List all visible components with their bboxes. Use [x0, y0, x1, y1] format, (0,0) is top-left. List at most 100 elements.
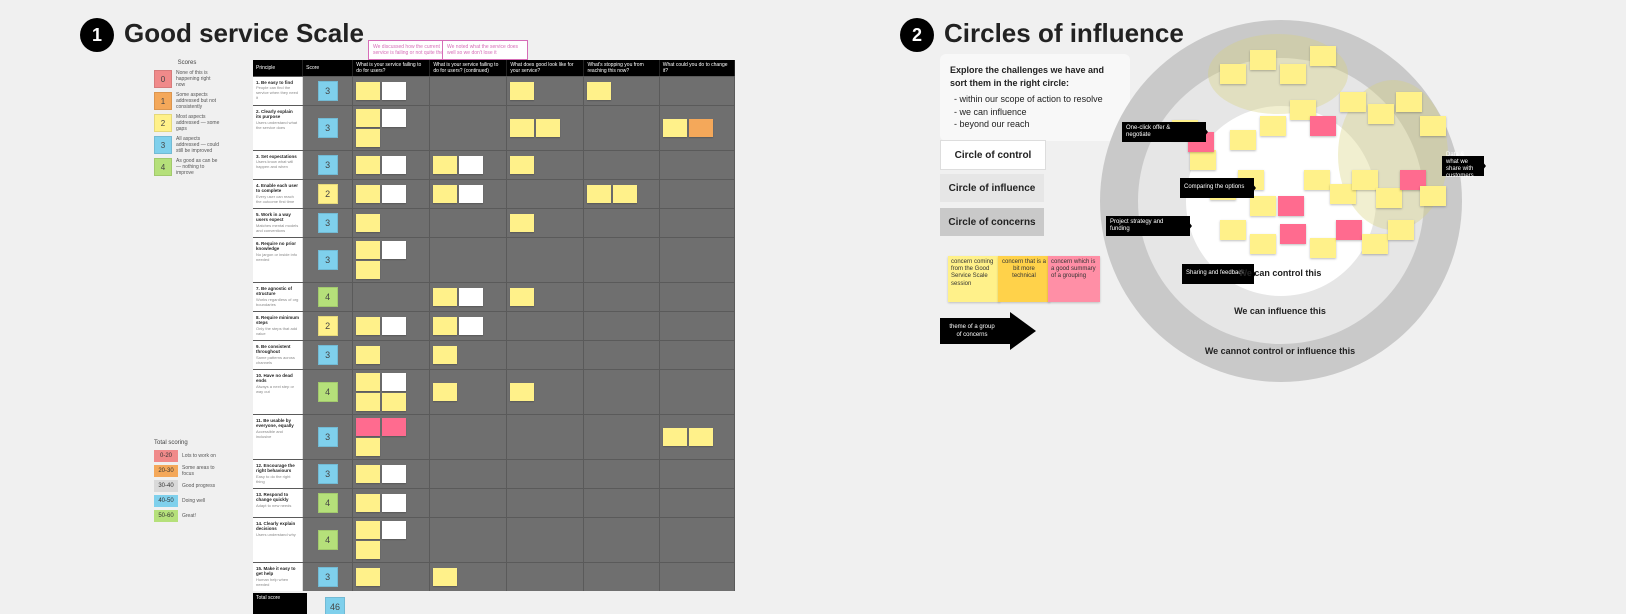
- sticky-cell[interactable]: [353, 283, 430, 311]
- sticky-note[interactable]: [356, 438, 380, 456]
- sticky-cell[interactable]: [507, 518, 584, 562]
- sticky-cell[interactable]: [584, 77, 659, 105]
- sticky-cell[interactable]: [353, 180, 430, 208]
- sticky-note[interactable]: [433, 288, 457, 306]
- sticky-cell[interactable]: [353, 518, 430, 562]
- sticky-cell[interactable]: [353, 312, 430, 340]
- circle-sticky[interactable]: [1190, 150, 1216, 170]
- sticky-note[interactable]: [382, 373, 406, 391]
- sticky-note[interactable]: [356, 393, 380, 411]
- theme-tag[interactable]: One-click offer & negotiate: [1122, 122, 1206, 142]
- score-cell[interactable]: 3: [303, 460, 353, 488]
- sticky-cell[interactable]: [507, 209, 584, 237]
- sticky-cell[interactable]: [660, 106, 735, 150]
- sticky-cell[interactable]: [430, 312, 507, 340]
- sticky-cell[interactable]: [353, 489, 430, 517]
- sticky-note[interactable]: [663, 119, 687, 137]
- sticky-cell[interactable]: [660, 460, 735, 488]
- sticky-cell[interactable]: [584, 370, 659, 414]
- sticky-cell[interactable]: [430, 460, 507, 488]
- sticky-cell[interactable]: [353, 415, 430, 459]
- sticky-cell[interactable]: [584, 518, 659, 562]
- circle-sticky[interactable]: [1340, 92, 1366, 112]
- sticky-cell[interactable]: [507, 312, 584, 340]
- circle-sticky[interactable]: [1250, 196, 1276, 216]
- sticky-cell[interactable]: [660, 312, 735, 340]
- sticky-cell[interactable]: [584, 238, 659, 282]
- sticky-cell[interactable]: [584, 106, 659, 150]
- score-chip[interactable]: 4: [318, 287, 338, 307]
- sticky-note[interactable]: [510, 119, 534, 137]
- sticky-note[interactable]: [689, 119, 713, 137]
- circle-sticky[interactable]: [1420, 116, 1446, 136]
- sticky-cell[interactable]: [507, 341, 584, 369]
- score-chip[interactable]: 4: [318, 382, 338, 402]
- sticky-note[interactable]: [433, 185, 457, 203]
- score-cell[interactable]: 3: [303, 563, 353, 591]
- sticky-note[interactable]: [510, 288, 534, 306]
- score-cell[interactable]: 3: [303, 341, 353, 369]
- circle-sticky[interactable]: [1278, 196, 1304, 216]
- sticky-cell[interactable]: [430, 341, 507, 369]
- sticky-note[interactable]: [356, 109, 380, 127]
- sticky-cell[interactable]: [507, 180, 584, 208]
- sticky-note[interactable]: [382, 241, 406, 259]
- sticky-cell[interactable]: [353, 341, 430, 369]
- sticky-cell[interactable]: [430, 106, 507, 150]
- sticky-note[interactable]: [356, 521, 380, 539]
- score-chip[interactable]: 3: [318, 567, 338, 587]
- sticky-note[interactable]: [382, 393, 406, 411]
- sticky-note[interactable]: [587, 185, 611, 203]
- circle-sticky[interactable]: [1280, 224, 1306, 244]
- sticky-note[interactable]: [433, 568, 457, 586]
- sticky-cell[interactable]: [430, 518, 507, 562]
- sticky-note[interactable]: [459, 317, 483, 335]
- sticky-cell[interactable]: [660, 238, 735, 282]
- sticky-cell[interactable]: [660, 151, 735, 179]
- circle-sticky[interactable]: [1310, 46, 1336, 66]
- note-key-yellow[interactable]: concern coming from the Good Service Sca…: [948, 256, 1000, 302]
- theme-tag[interactable]: Data & what we share with customers: [1442, 156, 1484, 176]
- sticky-note[interactable]: [587, 82, 611, 100]
- sticky-cell[interactable]: [507, 460, 584, 488]
- sticky-note[interactable]: [433, 156, 457, 174]
- score-cell[interactable]: 3: [303, 209, 353, 237]
- sticky-note[interactable]: [510, 383, 534, 401]
- sticky-note[interactable]: [382, 156, 406, 174]
- circle-sticky[interactable]: [1220, 64, 1246, 84]
- sticky-note[interactable]: [356, 346, 380, 364]
- sticky-note[interactable]: [382, 418, 406, 436]
- sticky-cell[interactable]: [660, 283, 735, 311]
- sticky-note[interactable]: [382, 494, 406, 512]
- score-cell[interactable]: 4: [303, 283, 353, 311]
- sticky-note[interactable]: [433, 383, 457, 401]
- sticky-cell[interactable]: [584, 341, 659, 369]
- sticky-note[interactable]: [356, 241, 380, 259]
- sticky-note[interactable]: [663, 428, 687, 446]
- sticky-cell[interactable]: [660, 415, 735, 459]
- circle-of-concerns-button[interactable]: Circle of concerns: [940, 208, 1044, 236]
- score-chip[interactable]: 3: [318, 345, 338, 365]
- sticky-note[interactable]: [356, 185, 380, 203]
- score-chip[interactable]: 2: [318, 316, 338, 336]
- sticky-cell[interactable]: [584, 460, 659, 488]
- sticky-cell[interactable]: [660, 209, 735, 237]
- circle-sticky[interactable]: [1362, 234, 1388, 254]
- sticky-note[interactable]: [382, 317, 406, 335]
- sticky-cell[interactable]: [353, 151, 430, 179]
- sticky-note[interactable]: [382, 465, 406, 483]
- circle-sticky[interactable]: [1260, 116, 1286, 136]
- sticky-cell[interactable]: [507, 370, 584, 414]
- circle-sticky[interactable]: [1220, 220, 1246, 240]
- circle-sticky[interactable]: [1310, 238, 1336, 258]
- score-chip[interactable]: 4: [318, 493, 338, 513]
- sticky-cell[interactable]: [353, 209, 430, 237]
- sticky-cell[interactable]: [353, 77, 430, 105]
- sticky-cell[interactable]: [584, 489, 659, 517]
- circle-sticky[interactable]: [1304, 170, 1330, 190]
- sticky-cell[interactable]: [507, 151, 584, 179]
- sticky-cell[interactable]: [353, 460, 430, 488]
- score-cell[interactable]: 2: [303, 180, 353, 208]
- sticky-cell[interactable]: [430, 209, 507, 237]
- circle-of-control-button[interactable]: Circle of control: [940, 140, 1046, 170]
